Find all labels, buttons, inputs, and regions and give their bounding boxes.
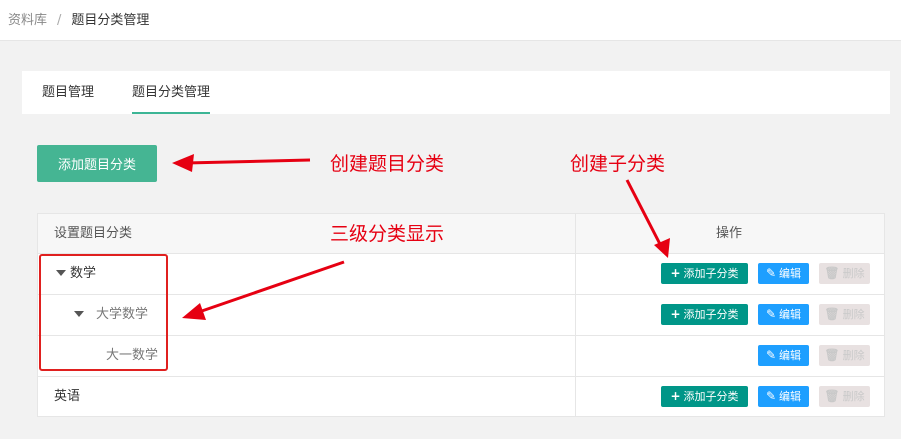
- arrow-to-add-button: [172, 154, 311, 172]
- arrow-to-add-subcategory: [625, 179, 670, 258]
- annotation-arrows: [172, 154, 670, 320]
- arrow-to-three-level-box: [182, 260, 345, 320]
